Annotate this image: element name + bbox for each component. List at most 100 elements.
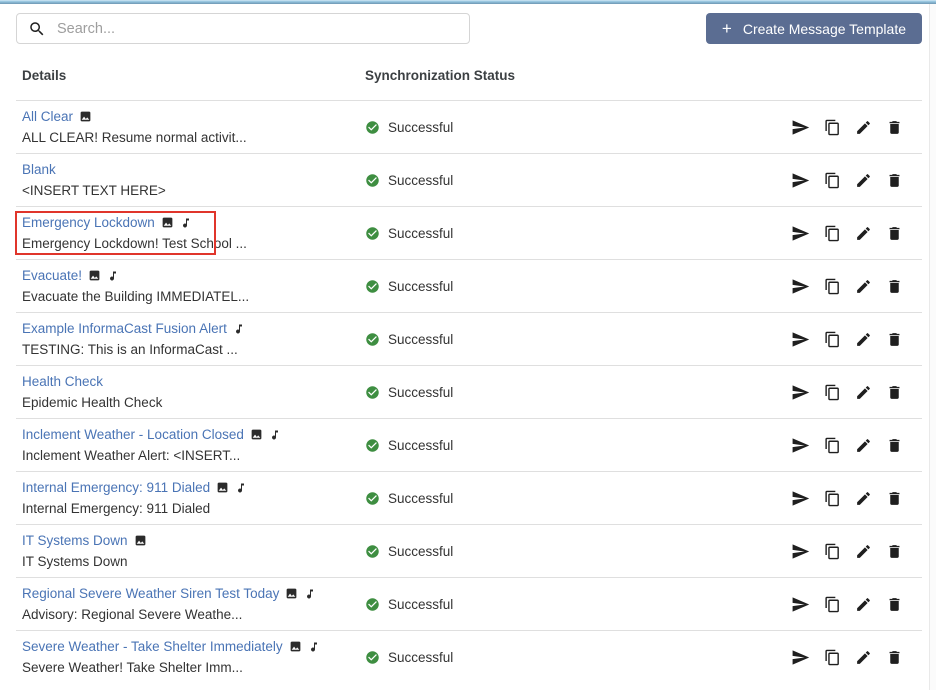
delete-icon <box>889 597 900 611</box>
details-cell: Emergency Lockdown Emergency Lockdown! T… <box>16 215 365 252</box>
delete-button[interactable] <box>886 596 903 613</box>
template-subtitle: Inclement Weather Alert: <INSERT... <box>22 447 241 463</box>
copy-button[interactable] <box>824 384 841 401</box>
edit-button[interactable] <box>855 596 872 613</box>
template-title-link[interactable]: Severe Weather - Take Shelter Immediatel… <box>22 639 283 655</box>
copy-button[interactable] <box>824 437 841 454</box>
copy-button[interactable] <box>824 543 841 560</box>
send-button[interactable] <box>791 595 810 614</box>
delete-button[interactable] <box>886 437 903 454</box>
row-actions <box>791 277 922 296</box>
edit-button[interactable] <box>855 172 872 189</box>
details-cell: Blank <INSERT TEXT HERE> <box>16 162 365 199</box>
success-check-icon <box>366 120 379 134</box>
delete-button[interactable] <box>886 331 903 348</box>
copy-icon <box>825 543 839 559</box>
row-actions <box>791 171 922 190</box>
edit-button[interactable] <box>855 331 872 348</box>
vertical-scrollbar-track[interactable] <box>929 4 936 690</box>
search-input[interactable] <box>55 19 458 38</box>
delete-button[interactable] <box>886 278 903 295</box>
edit-button[interactable] <box>855 649 872 666</box>
delete-button[interactable] <box>886 649 903 666</box>
copy-button[interactable] <box>824 225 841 242</box>
edit-button[interactable] <box>855 278 872 295</box>
search-box[interactable] <box>16 13 470 44</box>
delete-button[interactable] <box>886 384 903 401</box>
row-actions <box>791 330 922 349</box>
template-title-link[interactable]: All Clear <box>22 109 73 125</box>
success-check-icon <box>366 385 379 399</box>
edit-icon <box>857 385 870 399</box>
edit-icon <box>857 544 870 558</box>
column-header-sync-status: Synchronization Status <box>365 68 516 83</box>
delete-button[interactable] <box>886 490 903 507</box>
details-cell: Evacuate! Evacuate the Building IMMEDIAT… <box>16 268 365 305</box>
sync-status-cell: Successful <box>365 279 791 294</box>
copy-button[interactable] <box>824 278 841 295</box>
details-cell: All Clear ALL CLEAR! Resume normal activ… <box>16 109 365 146</box>
success-check-icon <box>366 279 379 293</box>
send-button[interactable] <box>791 648 810 667</box>
template-title-link[interactable]: Blank <box>22 162 56 178</box>
copy-button[interactable] <box>824 331 841 348</box>
audio-attachment-icon <box>233 323 245 335</box>
copy-button[interactable] <box>824 490 841 507</box>
edit-button[interactable] <box>855 490 872 507</box>
send-button[interactable] <box>791 383 810 402</box>
template-title-link[interactable]: Example InformaCast Fusion Alert <box>22 321 227 337</box>
send-button[interactable] <box>791 171 810 190</box>
create-message-template-button[interactable]: + Create Message Template <box>705 13 922 44</box>
edit-button[interactable] <box>855 437 872 454</box>
delete-button[interactable] <box>886 172 903 189</box>
edit-button[interactable] <box>855 384 872 401</box>
send-button[interactable] <box>791 118 810 137</box>
template-title-link[interactable]: Inclement Weather - Location Closed <box>22 427 244 443</box>
send-button[interactable] <box>791 277 810 296</box>
delete-button[interactable] <box>886 225 903 242</box>
delete-icon <box>889 120 900 134</box>
send-button[interactable] <box>791 330 810 349</box>
copy-button[interactable] <box>824 172 841 189</box>
send-icon <box>792 543 810 559</box>
copy-button[interactable] <box>824 596 841 613</box>
image-attachment-icon <box>134 534 147 547</box>
template-subtitle: Epidemic Health Check <box>22 394 163 410</box>
copy-icon <box>825 437 839 453</box>
edit-icon <box>857 332 870 346</box>
sync-status-cell: Successful <box>365 332 791 347</box>
template-subtitle: Advisory: Regional Severe Weathe... <box>22 606 243 622</box>
copy-button[interactable] <box>824 119 841 136</box>
template-title-link[interactable]: Emergency Lockdown <box>22 215 155 231</box>
sync-status-cell: Successful <box>365 491 791 506</box>
delete-button[interactable] <box>886 119 903 136</box>
edit-button[interactable] <box>855 225 872 242</box>
table-row: Severe Weather - Take Shelter Immediatel… <box>16 630 922 683</box>
template-subtitle: ALL CLEAR! Resume normal activit... <box>22 129 247 145</box>
send-icon <box>792 437 810 453</box>
audio-attachment-icon <box>235 482 247 494</box>
table-row: Evacuate! Evacuate the Building IMMEDIAT… <box>16 259 922 312</box>
template-title-link[interactable]: Health Check <box>22 374 103 390</box>
delete-button[interactable] <box>886 543 903 560</box>
template-title-link[interactable]: IT Systems Down <box>22 533 128 549</box>
edit-button[interactable] <box>855 543 872 560</box>
send-button[interactable] <box>791 436 810 455</box>
image-attachment-icon <box>250 428 263 441</box>
send-icon <box>792 649 810 665</box>
audio-attachment-icon <box>180 217 192 229</box>
send-button[interactable] <box>791 542 810 561</box>
send-button[interactable] <box>791 489 810 508</box>
sync-status-label: Successful <box>388 331 454 347</box>
delete-icon <box>889 650 900 664</box>
template-title-link[interactable]: Evacuate! <box>22 268 82 284</box>
create-button-label: Create Message Template <box>742 20 906 37</box>
edit-button[interactable] <box>855 119 872 136</box>
top-accent-strip <box>0 0 936 4</box>
template-title-link[interactable]: Regional Severe Weather Siren Test Today <box>22 586 279 602</box>
delete-icon <box>889 226 900 240</box>
send-icon <box>792 384 810 400</box>
copy-button[interactable] <box>824 649 841 666</box>
template-title-link[interactable]: Internal Emergency: 911 Dialed <box>22 480 210 496</box>
send-button[interactable] <box>791 224 810 243</box>
